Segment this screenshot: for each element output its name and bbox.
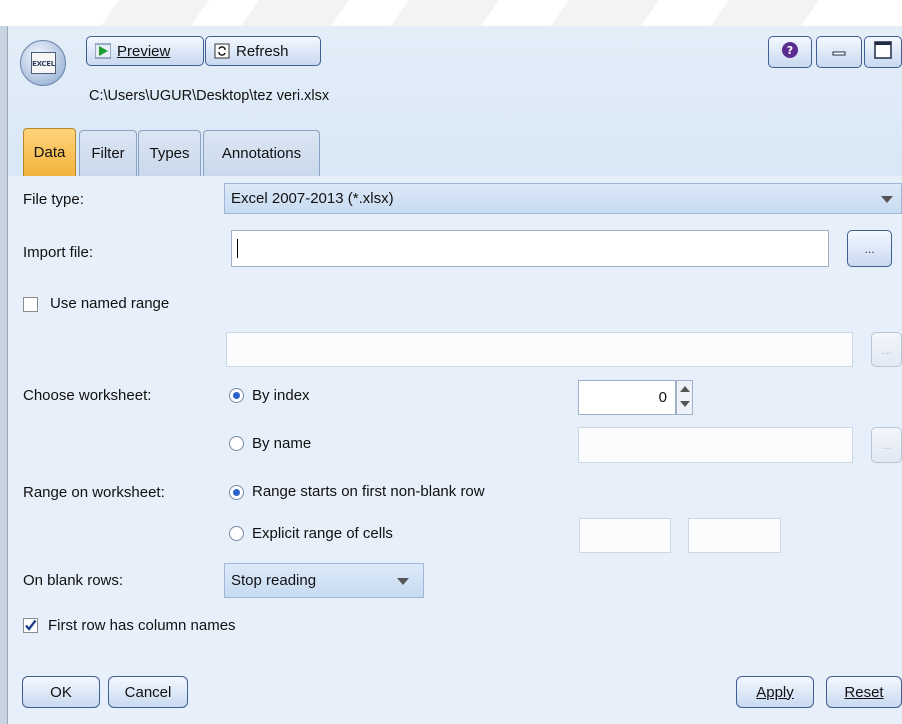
named-range-input[interactable] — [226, 332, 853, 367]
source-file-path: C:\Users\UGUR\Desktop\tez veri.xlsx — [89, 88, 330, 104]
ok-button[interactable]: OK — [22, 676, 100, 708]
preview-label: Preview — [117, 42, 171, 60]
explicit-range-radio[interactable] — [229, 526, 244, 541]
background-stripe — [710, 0, 820, 26]
by-index-radio[interactable] — [229, 388, 244, 403]
range-end-input[interactable] — [688, 518, 781, 553]
index-spinner[interactable] — [676, 380, 693, 415]
reset-button[interactable]: Reset — [826, 676, 902, 708]
chevron-down-icon — [881, 196, 893, 203]
by-name-label: By name — [252, 435, 312, 452]
tab-annotations[interactable]: Annotations — [203, 130, 320, 176]
refresh-button[interactable]: Refresh — [205, 36, 321, 66]
by-index-label: By index — [252, 387, 310, 404]
use-named-range-checkbox[interactable] — [23, 297, 38, 312]
chevron-down-icon — [397, 578, 409, 585]
background-stripe — [550, 0, 660, 26]
help-icon: ? — [781, 41, 799, 63]
background-stripe — [390, 0, 500, 26]
range-first-nonblank-radio[interactable] — [229, 485, 244, 500]
browse-worksheet-button[interactable]: ... — [871, 427, 902, 463]
worksheet-index-value: 0 — [658, 389, 667, 406]
range-first-nonblank-label: Range starts on first non-blank row — [252, 483, 485, 500]
background-stripe — [100, 0, 210, 26]
text-cursor — [237, 239, 238, 258]
svg-text:?: ? — [787, 44, 793, 57]
spinner-up-icon[interactable] — [680, 386, 690, 392]
help-button[interactable]: ? — [768, 36, 812, 68]
preview-button[interactable]: Preview — [86, 36, 204, 66]
cancel-button[interactable]: Cancel — [108, 676, 188, 708]
minimize-icon — [831, 42, 847, 62]
refresh-label: Refresh — [236, 42, 289, 60]
maximize-button[interactable] — [864, 36, 902, 68]
import-file-label: Import file: — [23, 244, 94, 261]
preview-icon — [94, 43, 112, 59]
file-type-label: File type: — [23, 191, 84, 208]
tab-types[interactable]: Types — [138, 130, 201, 176]
on-blank-rows-label: On blank rows: — [23, 572, 124, 589]
top-background-band — [0, 0, 902, 26]
browse-named-range-button[interactable]: ... — [871, 332, 902, 367]
use-named-range-label: Use named range — [50, 295, 170, 312]
worksheet-index-input[interactable]: 0 — [578, 380, 676, 415]
browse-file-button[interactable]: ... — [847, 230, 892, 267]
blank-rows-value: Stop reading — [231, 572, 317, 589]
first-row-names-label: First row has column names — [48, 617, 236, 634]
by-name-radio[interactable] — [229, 436, 244, 451]
apply-button[interactable]: Apply — [736, 676, 814, 708]
excel-source-icon: EXCEL — [20, 40, 66, 86]
explicit-range-label: Explicit range of cells — [252, 525, 393, 542]
first-row-names-checkbox[interactable] — [23, 618, 38, 633]
excel-icon-label: EXCEL — [31, 52, 56, 74]
file-type-value: Excel 2007-2013 (*.xlsx) — [231, 190, 394, 207]
range-start-input[interactable] — [579, 518, 671, 553]
minimize-button[interactable] — [816, 36, 862, 68]
blank-rows-select[interactable]: Stop reading — [224, 563, 424, 598]
choose-worksheet-label: Choose worksheet: — [23, 387, 152, 404]
window-left-edge — [0, 26, 8, 724]
worksheet-name-input[interactable] — [578, 427, 853, 463]
background-stripe — [240, 0, 350, 26]
import-file-input[interactable] — [231, 230, 829, 267]
maximize-icon — [873, 40, 893, 64]
refresh-icon — [214, 43, 230, 59]
spinner-down-icon[interactable] — [680, 401, 690, 407]
tab-data[interactable]: Data — [23, 128, 76, 176]
range-on-worksheet-label: Range on worksheet: — [23, 484, 165, 501]
file-type-select[interactable]: Excel 2007-2013 (*.xlsx) — [224, 183, 902, 214]
tab-filter[interactable]: Filter — [79, 130, 137, 176]
